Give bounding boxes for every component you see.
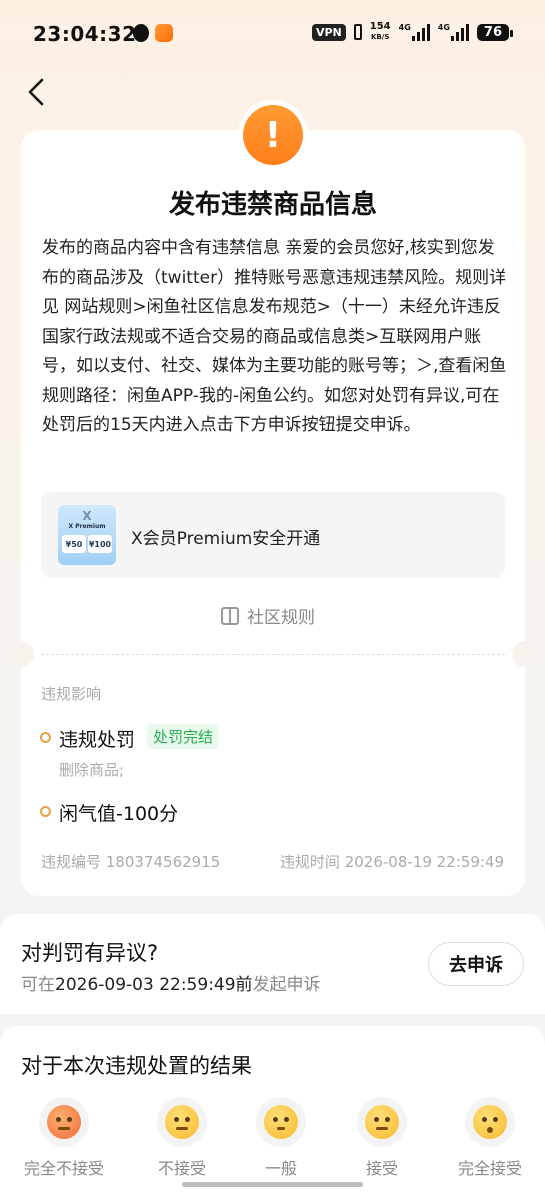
appeal-deadline-date: 2026-09-03 22:59:49前 <box>55 975 253 995</box>
feedback-option-not-accept[interactable]: 不接受 <box>127 1097 237 1179</box>
kissing-face-icon <box>473 1105 507 1139</box>
product-item[interactable]: X X Premium ¥50 ¥100 X会员Premium安全开通 <box>41 492 505 578</box>
neutral-face-icon <box>264 1105 298 1139</box>
card-notch-left <box>8 641 34 667</box>
violation-time: 违规时间 2026-08-19 22:59:49 <box>279 853 504 871</box>
feedback-title: 对于本次违规处置的结果 <box>21 1054 252 1078</box>
card-notch-right <box>512 641 538 667</box>
divider <box>41 654 505 655</box>
unamused-face-icon <box>165 1105 199 1139</box>
thumb-price-1: ¥50 <box>62 535 86 553</box>
signal-1-label: 4G <box>398 23 411 32</box>
violation-id: 违规编号 180374562915 <box>41 853 221 871</box>
exclamation-icon: ! <box>243 105 303 165</box>
appeal-title: 对判罚有异议? <box>21 941 159 965</box>
appeal-prefix: 可在 <box>21 975 55 995</box>
appeal-suffix: 发起申诉 <box>252 975 321 995</box>
penalty-detail: 删除商品; <box>59 761 125 779</box>
back-button[interactable] <box>22 76 54 108</box>
x-logo-icon: X <box>82 509 92 523</box>
home-indicator[interactable] <box>182 1182 363 1187</box>
net-speed-unit: KB/S <box>371 33 390 41</box>
credit-penalty: 闲气值-100分 <box>59 803 179 825</box>
vibrate-icon <box>353 24 362 40</box>
bullet-dot-icon <box>40 732 51 743</box>
appeal-button[interactable]: 去申诉 <box>428 942 524 986</box>
appeal-deadline: 可在2026-09-03 22:59:49前发起申诉 <box>21 970 321 995</box>
angry-face-icon <box>47 1105 81 1139</box>
community-rules-link[interactable]: 社区规则 <box>221 603 315 628</box>
product-name: X会员Premium安全开通 <box>131 529 321 549</box>
signal-1: 4G <box>399 23 430 41</box>
feedback-option-label: 不接受 <box>157 1159 206 1178</box>
feedback-option-accept[interactable]: 接受 <box>327 1097 437 1179</box>
video-app-icon <box>155 24 173 42</box>
feedback-option-label: 接受 <box>365 1159 398 1178</box>
feedback-option-neutral[interactable]: 一般 <box>226 1097 336 1179</box>
impact-label: 违规影响 <box>41 685 102 703</box>
feedback-option-fully-accept[interactable]: 完全接受 <box>435 1097 545 1179</box>
product-thumbnail: X X Premium ¥50 ¥100 <box>58 505 116 565</box>
penalty-title: 违规处罚 <box>59 729 136 751</box>
thumb-title: X Premium <box>68 523 106 530</box>
feedback-option-label: 完全接受 <box>457 1159 522 1178</box>
signal-2: 4G <box>438 23 469 41</box>
qq-app-icon <box>133 24 149 42</box>
book-icon <box>221 606 239 625</box>
signal-bars-icon <box>450 23 469 41</box>
status-badge: 处罚完结 <box>147 724 220 749</box>
battery-indicator: 76 <box>476 23 514 41</box>
signal-bars-icon <box>411 23 430 41</box>
warning-badge: ! <box>238 100 308 170</box>
net-speed-value: 154 <box>369 21 391 32</box>
chevron-left-icon <box>28 78 44 106</box>
bullet-dot-icon <box>40 806 51 817</box>
feedback-option-not-accept-at-all[interactable]: 完全不接受 <box>9 1097 119 1179</box>
net-speed: 154 KB/S <box>370 22 391 42</box>
violation-title: 发布违禁商品信息 <box>168 190 377 220</box>
feedback-option-label: 一般 <box>264 1159 297 1178</box>
thinking-face-icon <box>365 1105 399 1139</box>
thumb-price-2: ¥100 <box>88 535 112 553</box>
signal-2-label: 4G <box>437 23 450 32</box>
feedback-option-label: 完全不接受 <box>23 1159 104 1178</box>
notification-icons <box>133 24 173 42</box>
status-indicators: VPN 154 KB/S 4G 4G 76 <box>311 22 514 42</box>
status-bar: 23:04:32 VPN 154 KB/S 4G 4G 76 <box>0 0 545 70</box>
community-rules-label: 社区规则 <box>247 608 315 628</box>
vpn-badge: VPN <box>311 23 346 41</box>
violation-description: 发布的商品内容中含有违禁信息 亲爱的会员您好,核实到您发布的商品涉及（twitt… <box>42 238 507 435</box>
status-time: 23:04:32 <box>33 22 137 46</box>
